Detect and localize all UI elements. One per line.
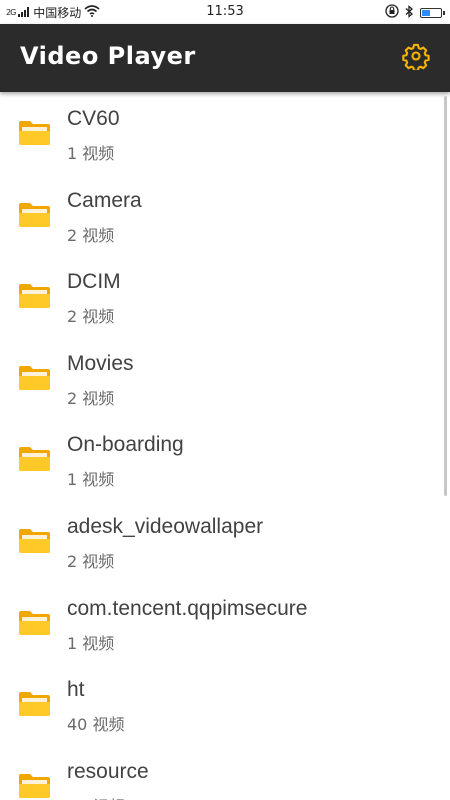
status-time: 11:53 <box>206 4 244 19</box>
folder-item[interactable]: resource 10 视频 <box>0 745 450 800</box>
folder-item[interactable]: Camera 2 视频 <box>0 174 450 256</box>
folder-item[interactable]: adesk_videowallaper 2 视频 <box>0 500 450 582</box>
folder-name: On-boarding <box>67 433 184 457</box>
rotation-lock-icon <box>385 4 399 21</box>
folder-icon <box>18 528 51 554</box>
scrollbar[interactable] <box>444 96 447 496</box>
folder-item[interactable]: ht 40 视频 <box>0 663 450 745</box>
folder-item[interactable]: On-boarding 1 视频 <box>0 418 450 500</box>
folder-icon <box>18 773 51 799</box>
folder-name: DCIM <box>67 270 121 294</box>
folder-icon <box>18 120 51 146</box>
folder-video-count: 1 视频 <box>67 144 115 163</box>
folder-item[interactable]: CV60 1 视频 <box>0 92 450 174</box>
status-right <box>385 4 445 21</box>
gear-icon <box>402 42 430 74</box>
folder-name: resource <box>67 759 149 783</box>
folder-icon <box>18 283 51 309</box>
folder-video-count: 40 视频 <box>67 715 125 735</box>
folder-video-count: 2 视频 <box>67 225 115 245</box>
folder-item[interactable]: DCIM 2 视频 <box>0 255 450 337</box>
folder-name: Camera <box>67 188 142 212</box>
bluetooth-icon <box>405 4 414 21</box>
settings-button[interactable] <box>400 42 432 74</box>
folder-icon <box>18 365 51 391</box>
folder-icon <box>18 691 51 717</box>
folder-video-count: 1 视频 <box>67 633 115 653</box>
folder-item[interactable]: com.tencent.qqpimsecure 1 视频 <box>0 582 450 664</box>
app-bar: Video Player <box>0 24 450 92</box>
folder-name: ht <box>67 678 85 702</box>
folder-name: adesk_videowallaper <box>67 514 264 538</box>
folder-icon <box>18 446 51 472</box>
status-bar: 2G 中国移动 11:53 <box>0 0 450 24</box>
folder-video-count: 2 视频 <box>67 388 115 408</box>
app-title: Video Player <box>20 42 196 70</box>
folder-icon <box>18 610 51 636</box>
folder-item[interactable]: Movies 2 视频 <box>0 337 450 419</box>
folder-icon <box>18 202 51 228</box>
folder-video-count: 1 视频 <box>67 470 115 490</box>
folder-list: CV60 1 视频 Camera 2 视频 DCIM 2 视频 Movies 2 视频 On-b… <box>0 92 450 800</box>
folder-name: Movies <box>67 351 134 375</box>
folder-video-count: 10 视频 <box>67 793 124 800</box>
battery-icon <box>420 7 445 18</box>
folder-video-count: 2 视频 <box>67 551 115 571</box>
folder-name: CV60 <box>67 107 120 130</box>
folder-name: com.tencent.qqpimsecure <box>67 596 308 620</box>
battery-level <box>422 9 430 16</box>
folder-video-count: 2 视频 <box>67 307 115 327</box>
